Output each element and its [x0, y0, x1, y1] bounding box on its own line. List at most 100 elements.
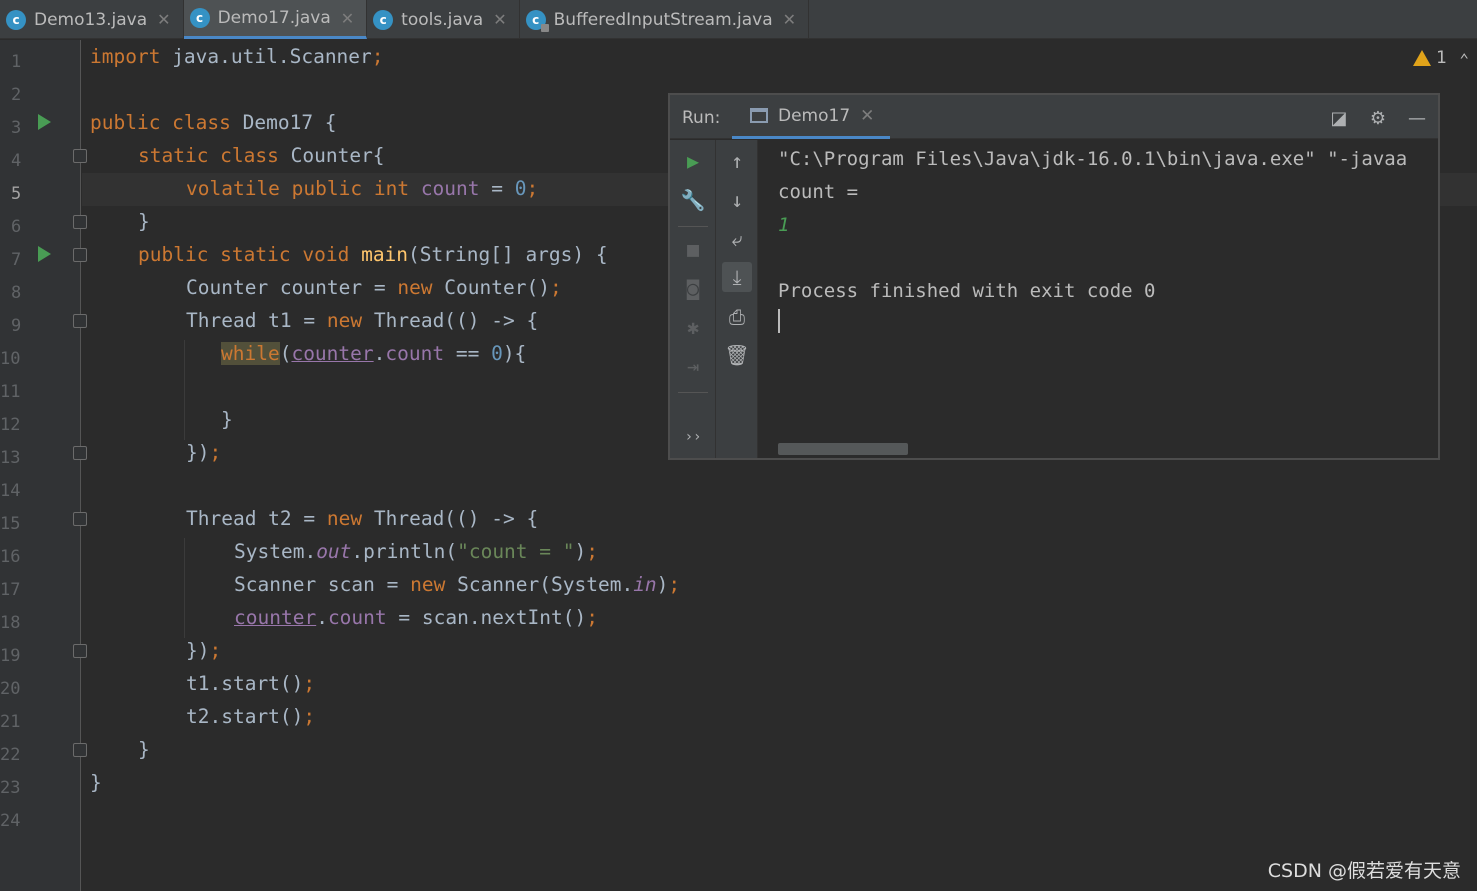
stop-icon[interactable]: ■ — [678, 234, 708, 264]
java-class-icon: c — [189, 8, 210, 28]
tab-label: Demo13.java — [34, 9, 148, 30]
run-right-toolbar: ↑ ↓ ⤶ ⤓ ⎙ 🗑 — [716, 140, 758, 458]
fold-marker-icon[interactable] — [73, 644, 87, 658]
line-number: 9 — [11, 316, 22, 336]
fold-marker-icon[interactable] — [73, 215, 87, 229]
line-number: 6 — [11, 217, 22, 237]
tab-bufferedinputstream[interactable]: c BufferedInputStream.java ✕ — [520, 0, 810, 39]
run-gutter-icon[interactable] — [38, 114, 51, 130]
code-line-13: }); — [186, 441, 222, 464]
console-output[interactable]: "C:\Program Files\Java\jdk-16.0.1\bin\ja… — [778, 143, 1407, 302]
editor-gutter: 1 2 3 4 5 6 7 8 9 10 11 12 13 14 15 16 17 18 19 20 21 22 23 24 — [0, 40, 81, 891]
run-left-toolbar: ▶ 🔧 ■ ◙ ✱ ⇥ ›› — [670, 140, 716, 458]
console-line: count = — [778, 181, 859, 203]
line-number: 12 — [0, 415, 21, 435]
line-number: 21 — [0, 712, 21, 732]
layout-icon[interactable]: ◪ — [1328, 107, 1350, 129]
fold-marker-icon[interactable] — [73, 512, 87, 526]
editor-tab-bar: c Demo13.java ✕ c Demo17.java ✕ c tools.… — [0, 0, 1477, 39]
exit-icon[interactable]: ⇥ — [678, 351, 708, 381]
arrow-up-icon[interactable]: ↑ — [722, 146, 752, 176]
close-icon[interactable]: ✕ — [860, 106, 874, 126]
line-number: 14 — [0, 481, 21, 501]
run-tab-demo17[interactable]: Demo17 ✕ — [732, 95, 890, 139]
fold-marker-icon[interactable] — [73, 314, 87, 328]
code-line-4: static class Counter{ — [138, 144, 385, 167]
line-number: 2 — [11, 85, 22, 105]
indent-guide — [184, 538, 185, 638]
line-number: 10 — [0, 349, 21, 369]
inspection-widget[interactable]: 1 — [1413, 48, 1447, 68]
code-editor[interactable]: import java.util.Scanner; public class D… — [90, 40, 680, 794]
line-number: 5 — [11, 184, 22, 204]
fold-marker-icon[interactable] — [73, 248, 87, 262]
code-line-5: volatile public int count = 0; — [186, 177, 539, 200]
code-line-10: while(counter.count == 0){ — [221, 342, 527, 365]
close-icon[interactable]: ✕ — [341, 9, 354, 28]
bug-settings-icon[interactable]: ✱ — [678, 312, 708, 342]
wrench-icon[interactable]: 🔧 — [678, 185, 708, 215]
console-line: "C:\Program Files\Java\jdk-16.0.1\bin\ja… — [778, 148, 1408, 170]
close-icon[interactable]: ✕ — [783, 10, 796, 29]
code-line-19: }); — [186, 639, 222, 662]
soft-wrap-icon[interactable]: ⤶ — [722, 224, 752, 254]
line-number: 11 — [0, 382, 21, 402]
line-number: 3 — [11, 118, 22, 138]
code-line-22: } — [138, 738, 150, 761]
warning-count: 1 — [1436, 48, 1447, 68]
tab-label: Demo17.java — [217, 8, 331, 28]
code-line-20: t1.start(); — [186, 672, 316, 695]
arrow-down-icon[interactable]: ↓ — [722, 185, 752, 215]
run-tab-label: Demo17 — [778, 105, 851, 126]
line-number: 18 — [0, 613, 21, 633]
run-gutter-icon[interactable] — [38, 246, 51, 262]
warning-icon — [1413, 50, 1432, 66]
code-line-17: Scanner scan = new Scanner(System.in); — [234, 573, 681, 596]
line-number: 23 — [0, 778, 21, 798]
close-icon[interactable]: ✕ — [157, 10, 170, 29]
horizontal-scrollbar[interactable] — [778, 443, 908, 455]
run-tool-window: Run: Demo17 ✕ ◪ ⚙ — ▶ 🔧 ■ ◙ ✱ ⇥ ›› ↑ ↓ ⤶… — [668, 93, 1440, 460]
java-class-icon: c — [373, 9, 394, 30]
chevron-up-icon[interactable]: ⌃ — [1459, 50, 1469, 69]
tab-demo17[interactable]: c Demo17.java ✕ — [183, 0, 368, 39]
tab-label: BufferedInputStream.java — [553, 9, 773, 30]
code-line-6: } — [138, 210, 150, 233]
rerun-icon[interactable]: ▶ — [678, 146, 708, 176]
console-window-icon — [750, 108, 768, 123]
camera-icon[interactable]: ◙ — [678, 273, 708, 303]
run-header: Run: Demo17 ✕ ◪ ⚙ — — [670, 95, 1438, 139]
code-line-3: public class Demo17 { — [90, 111, 337, 134]
minimize-icon[interactable]: — — [1406, 107, 1428, 129]
more-icon[interactable]: ›› — [678, 422, 708, 452]
fold-marker-icon[interactable] — [73, 149, 87, 163]
gear-icon[interactable]: ⚙ — [1367, 107, 1389, 129]
code-line-21: t2.start(); — [186, 705, 316, 728]
java-class-locked-icon: c — [525, 9, 549, 32]
trash-icon[interactable]: 🗑 — [722, 340, 752, 370]
fold-marker-icon[interactable] — [73, 446, 87, 460]
tab-demo13[interactable]: c Demo13.java ✕ — [0, 0, 184, 39]
code-line-16: System.out.println("count = "); — [234, 540, 598, 563]
toolbar-separator — [678, 226, 708, 227]
watermark: CSDN @假若爱有天意 — [1267, 860, 1461, 882]
line-number: 16 — [0, 547, 21, 567]
line-number: 22 — [0, 745, 21, 765]
line-number: 7 — [11, 250, 22, 270]
code-line-1: import java.util.Scanner; — [90, 45, 384, 68]
scroll-to-end-icon[interactable]: ⤓ — [722, 262, 752, 292]
code-line-23: } — [90, 771, 102, 794]
line-number: 20 — [0, 679, 21, 699]
line-number: 19 — [0, 646, 21, 666]
toolbar-separator — [678, 392, 708, 393]
tab-label: tools.java — [401, 9, 484, 30]
tab-tools[interactable]: c tools.java ✕ — [367, 0, 520, 39]
line-number: 17 — [0, 580, 21, 600]
fold-marker-icon[interactable] — [73, 743, 87, 757]
code-line-15: Thread t2 = new Thread(() -> { — [186, 507, 539, 530]
code-line-12: } — [221, 408, 233, 431]
print-icon[interactable]: ⎙ — [722, 302, 752, 332]
close-icon[interactable]: ✕ — [493, 10, 506, 29]
line-number: 8 — [11, 283, 22, 303]
line-number: 1 — [11, 52, 22, 72]
